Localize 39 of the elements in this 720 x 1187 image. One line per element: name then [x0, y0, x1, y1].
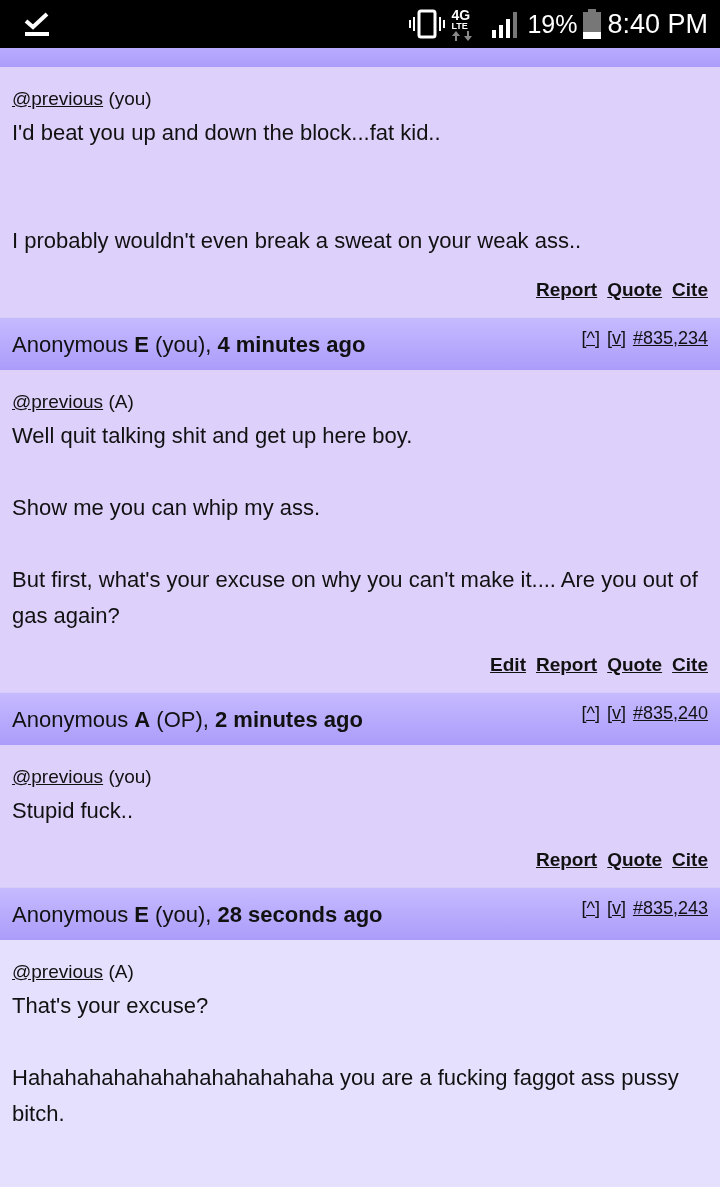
post-action-link[interactable]: Report [535, 654, 598, 676]
post-link[interactable]: [v] [606, 703, 626, 745]
post-action-link[interactable]: Edit [490, 654, 526, 676]
reply-link[interactable]: @previous [12, 391, 104, 412]
post-link[interactable]: #835,234 [632, 328, 708, 370]
reply-link[interactable]: @previous [12, 766, 104, 787]
post-link[interactable]: [v] [606, 898, 626, 940]
post-action-link[interactable]: Report [535, 849, 598, 871]
post-message: That's your excuse? Hahahahahahahahahahahahaha you are a fucking faggot ass pussy bitch. [12, 992, 680, 1128]
reply-note: (A) [108, 391, 134, 412]
post-action-link[interactable]: Quote [607, 849, 663, 871]
battery-icon [583, 9, 602, 39]
reply-link[interactable]: @previous [12, 961, 104, 982]
post-author: Anonymous A (OP), 2 minutes ago [12, 706, 363, 733]
checkmark-icon [24, 11, 50, 37]
reply-note: (you) [108, 766, 152, 787]
post-link[interactable]: [^] [581, 898, 600, 940]
clock: 8:40 PM [607, 8, 708, 40]
reply-note: (you) [108, 88, 152, 109]
post-action-link[interactable]: Report [535, 279, 598, 301]
reply-link[interactable]: @previous [12, 88, 104, 109]
post-link[interactable]: [^] [581, 703, 600, 745]
reply-note: (A) [108, 961, 134, 982]
post-author: Anonymous E (you), 28 seconds ago [12, 901, 383, 928]
post-link[interactable]: #835,240 [632, 703, 708, 745]
post-link[interactable]: [^] [581, 328, 600, 370]
post-author: Anonymous E (you), 4 minutes ago [12, 331, 366, 358]
battery-percent: 19% [527, 9, 578, 39]
post-link[interactable]: #835,243 [632, 898, 708, 940]
post-action-link[interactable]: Quote [607, 279, 663, 301]
post-link[interactable]: [v] [606, 328, 626, 370]
post-message: I'd beat you up and down the block...fat kid.. I probably wouldn't even break a sweat on your weak ass.. [12, 119, 583, 255]
post-action-link[interactable]: Cite [672, 849, 708, 871]
vibrate-icon [409, 9, 446, 39]
post-message: Stupid fuck.. [12, 797, 135, 825]
post-message: Well quit talking shit and get up here boy. Show me you can whip my ass. But first, what's your excuse on why you can't make it.... Are you out of gas again? [12, 422, 699, 630]
post-action-link[interactable]: Quote [607, 654, 663, 676]
post-action-link[interactable]: Cite [672, 654, 708, 676]
post-action-link[interactable]: Cite [672, 279, 708, 301]
